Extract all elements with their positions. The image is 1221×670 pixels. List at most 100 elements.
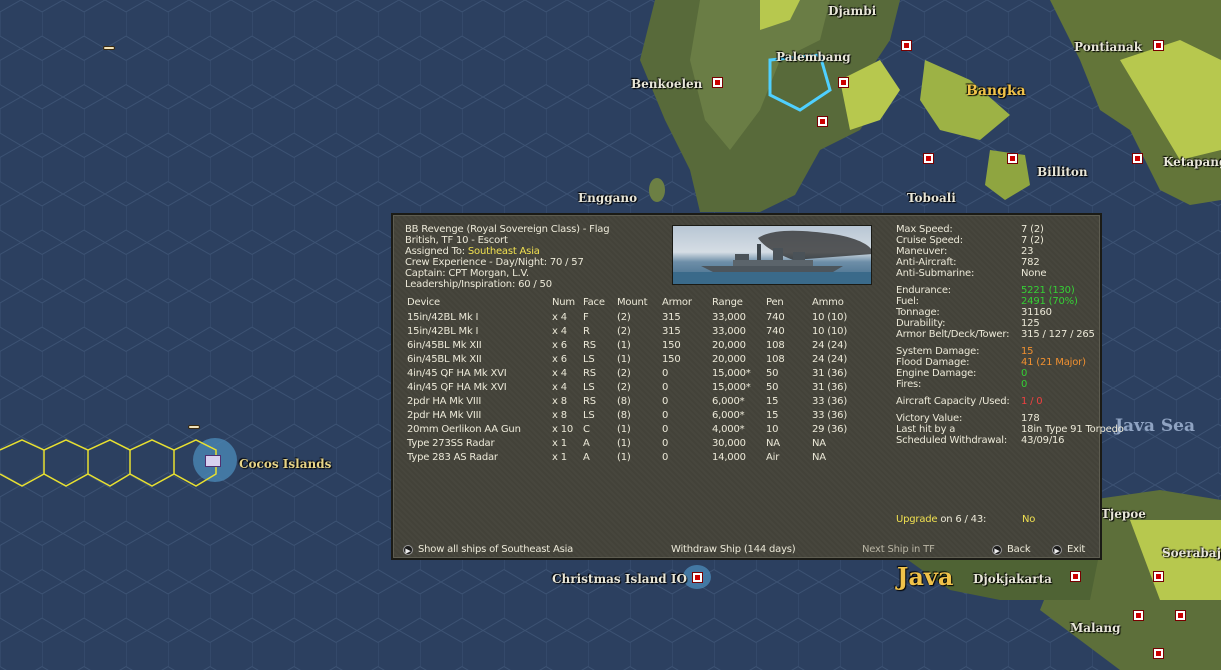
device-pen: Air: [766, 452, 780, 463]
base-icon[interactable]: [817, 116, 828, 127]
device-row[interactable]: 4in/45 QF HA Mk XVI x 4 LS (2) 0 15,000* 50 31 …: [405, 382, 875, 396]
leadership: Leadership/Inspiration: 60 / 50: [405, 279, 552, 290]
device-pen: 15: [766, 396, 779, 407]
device-mount: (8): [617, 410, 631, 421]
device-device: 20mm Oerlikon AA Gun: [407, 424, 521, 435]
stat-value: 315 / 127 / 265: [1021, 329, 1095, 340]
exit-button[interactable]: ▶ Exit: [1052, 544, 1085, 555]
device-row[interactable]: 20mm Oerlikon AA Gun x 10 C (1) 0 4,000* 10 29 …: [405, 424, 875, 438]
device-mount: (1): [617, 354, 631, 365]
stat-value: 2491 (70%): [1021, 296, 1078, 307]
place-label: Ketapang: [1163, 155, 1221, 169]
device-num: x 4: [552, 326, 567, 337]
base-icon[interactable]: [1007, 153, 1018, 164]
stat-value: 782: [1021, 257, 1040, 268]
assigned-label: Assigned To:: [405, 246, 468, 257]
device-face: LS: [583, 382, 595, 393]
device-row[interactable]: 6in/45BL Mk XII x 6 RS (1) 150 20,000 108 24 (2…: [405, 340, 875, 354]
base-icon[interactable]: [1153, 571, 1164, 582]
place-label: Djambi: [828, 4, 877, 18]
device-num: x 8: [552, 410, 567, 421]
device-row[interactable]: 6in/45BL Mk XII x 6 LS (1) 150 20,000 108 24 (2…: [405, 354, 875, 368]
device-armor: 0: [662, 396, 669, 407]
upgrade-link[interactable]: Upgrade: [896, 514, 938, 525]
device-row[interactable]: 2pdr HA Mk VIII x 8 RS (8) 0 6,000* 15 33 (36): [405, 396, 875, 410]
device-armor: 150: [662, 354, 681, 365]
device-range: 15,000*: [712, 382, 751, 393]
device-row[interactable]: Type 283 AS Radar x 1 A (1) 0 14,000 Air NA: [405, 452, 875, 466]
stat-label: Armor Belt/Deck/Tower:: [896, 329, 1010, 340]
stat-value: None: [1021, 268, 1047, 279]
place-label: Palembang: [776, 50, 851, 64]
next-ship-button[interactable]: Next Ship in TF: [862, 544, 935, 555]
column-header-face: Face: [583, 297, 605, 308]
base-icon[interactable]: [1153, 648, 1164, 659]
device-range: 6,000*: [712, 396, 745, 407]
device-face: RS: [583, 396, 596, 407]
stat-label: Cruise Speed:: [896, 235, 963, 246]
device-pen: NA: [766, 438, 780, 449]
device-ammo: 10 (10): [812, 326, 848, 337]
device-pen: 10: [766, 424, 779, 435]
stat-row: Tonnage: 31160: [896, 307, 1101, 318]
device-row[interactable]: 4in/45 QF HA Mk XVI x 4 RS (2) 0 15,000* 50 31 …: [405, 368, 875, 382]
ship-icon[interactable]: [188, 425, 200, 429]
stat-value: 1 / 0: [1021, 396, 1043, 407]
device-range: 14,000: [712, 452, 746, 463]
device-mount: (1): [617, 452, 631, 463]
place-label: Billiton: [1037, 165, 1088, 179]
device-ammo: 10 (10): [812, 312, 848, 323]
base-icon[interactable]: [1132, 153, 1143, 164]
base-icon[interactable]: [901, 40, 912, 51]
column-header-armor: Armor: [662, 297, 692, 308]
device-num: x 4: [552, 368, 567, 379]
device-device: 4in/45 QF HA Mk XVI: [407, 368, 507, 379]
base-icon[interactable]: [712, 77, 723, 88]
stat-label: Maneuver:: [896, 246, 948, 257]
device-face: R: [583, 326, 590, 337]
base-icon[interactable]: [1153, 40, 1164, 51]
back-button[interactable]: ▶ Back: [992, 544, 1031, 555]
stat-value: 18in Type 91 Torpedo: [1021, 424, 1124, 435]
stat-label: Aircraft Capacity /Used:: [896, 396, 1010, 407]
crew-experience: Crew Experience - Day/Night: 70 / 57: [405, 257, 584, 268]
device-device: Type 273SS Radar: [407, 438, 495, 449]
device-armor: 0: [662, 368, 669, 379]
device-mount: (8): [617, 396, 631, 407]
stat-row: Armor Belt/Deck/Tower: 315 / 127 / 265: [896, 329, 1101, 340]
column-header-pen: Pen: [766, 297, 784, 308]
base-icon[interactable]: [692, 572, 703, 583]
show-all-ships-button[interactable]: ▶ Show all ships of Southeast Asia: [403, 544, 573, 555]
ship-icon[interactable]: [103, 46, 115, 50]
ship-assignment: Assigned To: Southeast Asia: [405, 246, 609, 257]
device-ammo: NA: [812, 452, 826, 463]
task-force-icon[interactable]: [205, 455, 221, 467]
device-armor: 0: [662, 410, 669, 421]
device-row[interactable]: 2pdr HA Mk VIII x 8 LS (8) 0 6,000* 15 33 (36): [405, 410, 875, 424]
place-label: Tjepoe: [1101, 507, 1146, 521]
stat-row: Fuel: 2491 (70%): [896, 296, 1101, 307]
stat-row: Maneuver: 23: [896, 246, 1101, 257]
base-icon[interactable]: [1070, 571, 1081, 582]
base-icon[interactable]: [923, 153, 934, 164]
device-device: 6in/45BL Mk XII: [407, 354, 482, 365]
device-device: 15in/42BL Mk I: [407, 326, 479, 337]
device-armor: 0: [662, 452, 669, 463]
device-range: 30,000: [712, 438, 746, 449]
stat-label: Endurance:: [896, 285, 951, 296]
device-range: 33,000: [712, 326, 746, 337]
withdraw-ship-button[interactable]: Withdraw Ship (144 days): [671, 544, 796, 555]
device-num: x 10: [552, 424, 574, 435]
assigned-value[interactable]: Southeast Asia: [468, 246, 540, 257]
captain: Captain: CPT Morgan, L.V.: [405, 268, 529, 279]
device-mount: (2): [617, 312, 631, 323]
base-icon[interactable]: [1175, 610, 1186, 621]
device-row[interactable]: 15in/42BL Mk I x 4 F (2) 315 33,000 740 10 (10): [405, 312, 875, 326]
base-icon[interactable]: [1133, 610, 1144, 621]
device-device: 4in/45 QF HA Mk XVI: [407, 382, 507, 393]
base-icon[interactable]: [838, 77, 849, 88]
device-row[interactable]: 15in/42BL Mk I x 4 R (2) 315 33,000 740 10 (10): [405, 326, 875, 340]
stat-label: Tonnage:: [896, 307, 940, 318]
device-row[interactable]: Type 273SS Radar x 1 A (1) 0 30,000 NA NA: [405, 438, 875, 452]
device-pen: 50: [766, 368, 779, 379]
